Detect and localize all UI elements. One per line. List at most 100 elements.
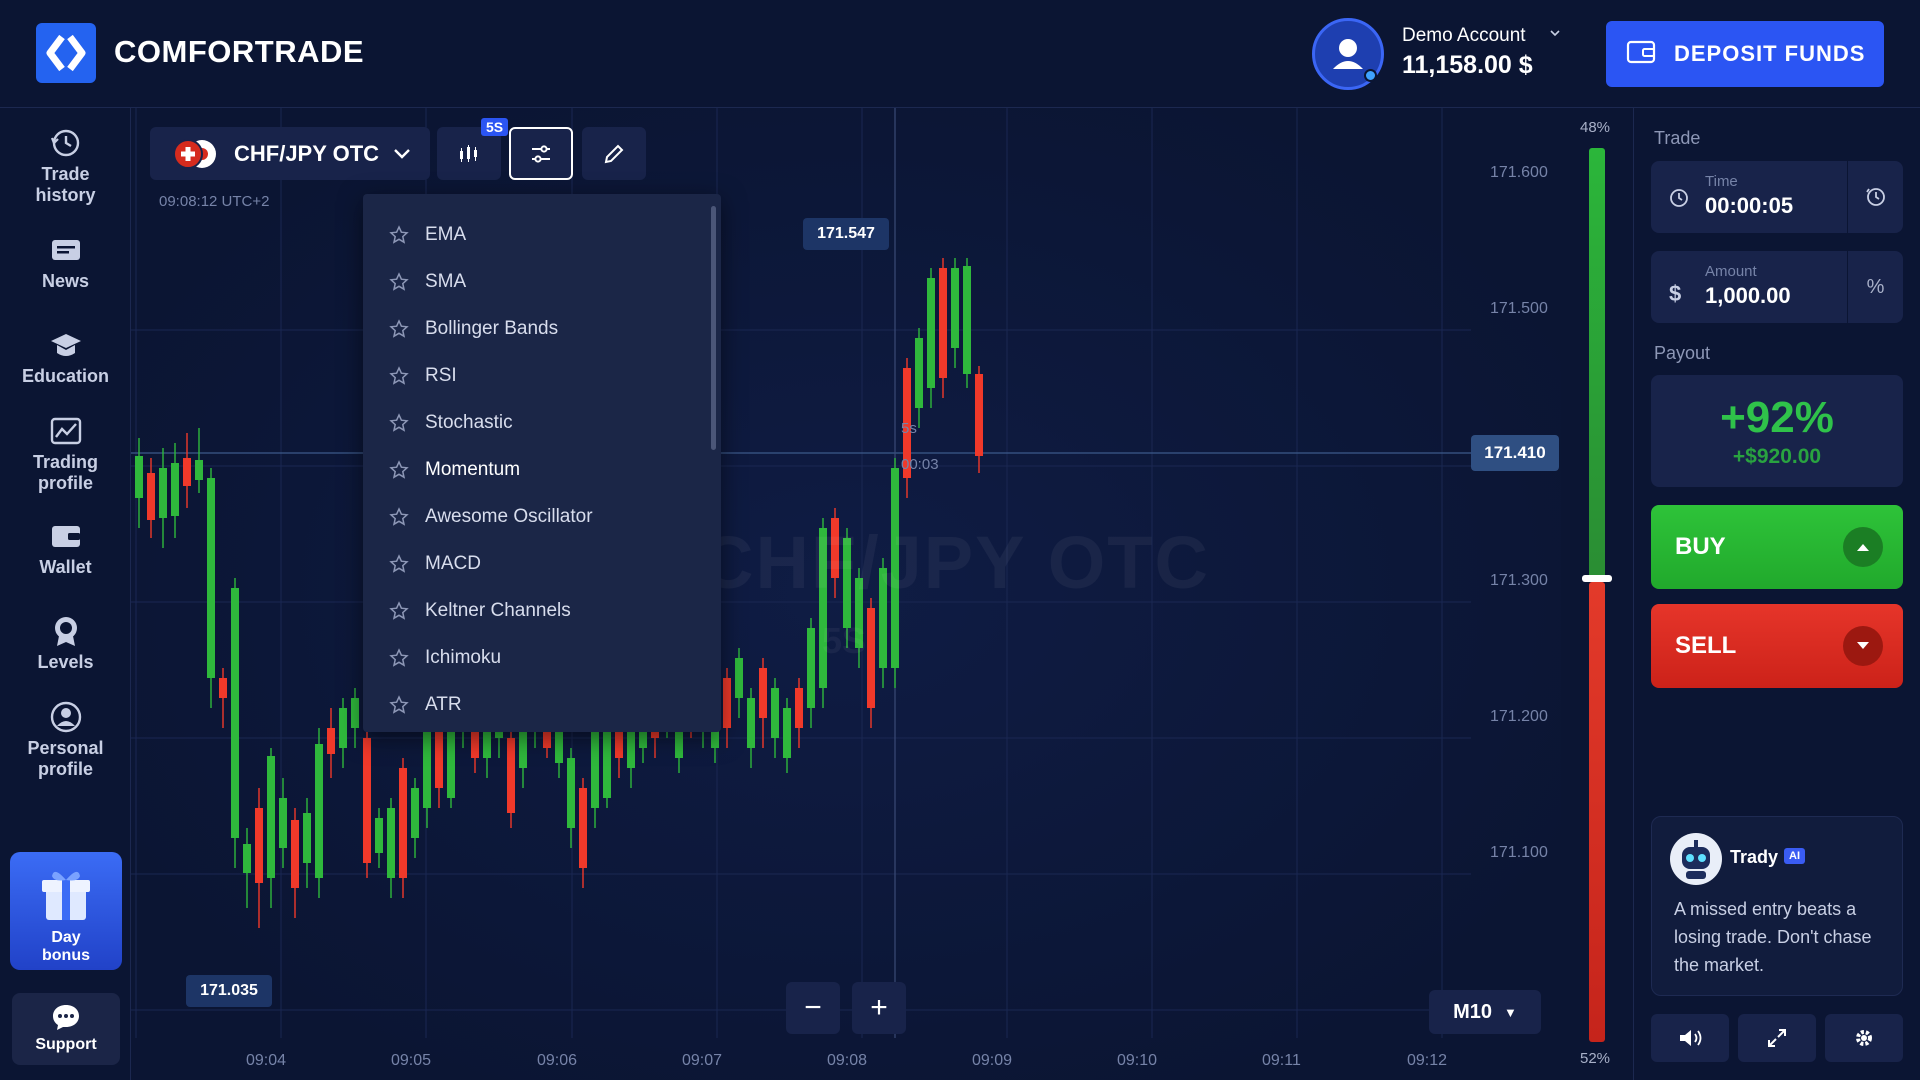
candle-body bbox=[507, 738, 515, 813]
brand-name: COMFORTRADE bbox=[114, 34, 365, 69]
zoom-in-button[interactable]: + bbox=[852, 982, 906, 1034]
candle-body bbox=[795, 688, 803, 728]
currency-symbol: $ bbox=[1669, 281, 1682, 306]
indicator-item-atr[interactable]: ATR bbox=[363, 681, 703, 728]
sidebar-item-label: profile bbox=[37, 473, 93, 493]
indicator-item-rsi[interactable]: RSI bbox=[363, 352, 703, 399]
support-button[interactable]: Support bbox=[12, 993, 120, 1065]
account-balance: 11,158.00 $ bbox=[1402, 51, 1533, 79]
payout-percentage: +92% bbox=[1720, 393, 1834, 442]
indicator-label: Keltner Channels bbox=[425, 599, 571, 621]
indicator-item-ema[interactable]: EMA bbox=[363, 211, 703, 258]
sidebar-item-label: history bbox=[35, 185, 96, 205]
sidebar-item-wallet[interactable]: Wallet bbox=[0, 519, 131, 578]
deposit-funds-button[interactable]: DEPOSIT FUNDS bbox=[1606, 21, 1884, 87]
star-icon[interactable] bbox=[389, 318, 409, 339]
candle-body bbox=[927, 278, 935, 388]
star-icon[interactable] bbox=[389, 506, 409, 527]
time-field[interactable]: Time 00:00:05 bbox=[1651, 161, 1903, 233]
indicator-item-macd[interactable]: MACD bbox=[363, 540, 703, 587]
indicators-dropdown[interactable]: EMA SMA Bollinger Bands RSI Stochastic Moment… bbox=[363, 194, 721, 732]
candle-body bbox=[219, 678, 227, 698]
y-tick-label: 171.600 bbox=[1490, 164, 1548, 181]
candle-body bbox=[279, 798, 287, 848]
candle-body bbox=[591, 728, 599, 808]
candle-body bbox=[375, 818, 383, 853]
sliders-icon bbox=[532, 144, 550, 163]
sidebar-item-levels[interactable]: Levels bbox=[0, 614, 131, 673]
trady-ai-card[interactable]: Trady AI A missed entry beats a losing t… bbox=[1651, 816, 1903, 996]
candle-body bbox=[171, 463, 179, 516]
timer-mode-button[interactable] bbox=[1847, 161, 1903, 233]
dropdown-scrollbar[interactable] bbox=[711, 206, 716, 450]
buy-button[interactable]: BUY bbox=[1651, 505, 1903, 589]
sidebar-item-personal-profile[interactable]: Personal profile bbox=[0, 700, 131, 780]
indicator-item-momentum[interactable]: Momentum bbox=[363, 446, 703, 493]
expiry-countdown-label: 00:03 bbox=[901, 456, 939, 473]
settings-button[interactable] bbox=[1825, 1014, 1903, 1062]
account-type-label[interactable]: Demo Account bbox=[1402, 25, 1526, 47]
sell-button[interactable]: SELL bbox=[1651, 604, 1903, 688]
chart-watermark-interval: 5S bbox=[822, 620, 867, 661]
indicator-item-stochastic[interactable]: Stochastic bbox=[363, 399, 703, 446]
trady-message: A missed entry beats a losing trade. Don… bbox=[1674, 899, 1872, 975]
indicator-item-sma[interactable]: SMA bbox=[363, 258, 703, 305]
star-icon[interactable] bbox=[389, 412, 409, 433]
y-tick-label: 171.200 bbox=[1490, 708, 1548, 725]
sidebar-item-education[interactable]: Education bbox=[0, 328, 131, 387]
sidebar-item-trading-profile[interactable]: Trading profile bbox=[0, 414, 131, 494]
indicator-item-bollinger-bands[interactable]: Bollinger Bands bbox=[363, 305, 703, 352]
wallet-icon bbox=[51, 526, 80, 547]
sidebar-item-trade-history[interactable]: Trade history bbox=[0, 126, 131, 206]
amount-mode-button[interactable]: % bbox=[1847, 251, 1903, 323]
timeframe-selector[interactable]: M10 ▼ bbox=[1429, 990, 1541, 1034]
candle-body bbox=[411, 788, 419, 838]
sidebar-item-label: profile bbox=[37, 759, 93, 779]
sound-button[interactable] bbox=[1651, 1014, 1729, 1062]
sentiment-divider bbox=[1582, 575, 1612, 582]
zoom-out-button[interactable]: − bbox=[786, 982, 840, 1034]
x-tick-label: 09:04 bbox=[246, 1052, 287, 1069]
indicators-button[interactable] bbox=[509, 127, 573, 180]
candles-icon bbox=[460, 144, 477, 162]
sidebar-item-label: Trade bbox=[41, 164, 90, 184]
ai-badge: AI bbox=[1784, 848, 1805, 864]
candle-body bbox=[231, 588, 239, 838]
candle-body bbox=[771, 688, 779, 738]
candle-body bbox=[579, 788, 587, 868]
candle-body bbox=[243, 844, 251, 873]
star-icon[interactable] bbox=[389, 694, 409, 715]
chevron-down-icon[interactable] bbox=[1548, 26, 1562, 45]
trady-name: Trady bbox=[1730, 847, 1779, 867]
time-field-label: Time bbox=[1705, 173, 1738, 190]
asset-selector[interactable]: CHF/JPY OTC bbox=[150, 127, 430, 180]
indicator-item-awesome-oscillator[interactable]: Awesome Oscillator bbox=[363, 493, 703, 540]
x-tick-label: 09:09 bbox=[972, 1052, 1013, 1069]
indicator-item-ichimoku[interactable]: Ichimoku bbox=[363, 634, 703, 681]
drawing-tools-button[interactable] bbox=[582, 127, 646, 180]
sidebar-item-news[interactable]: News bbox=[0, 233, 131, 292]
day-bonus-button[interactable]: Day bonus bbox=[10, 852, 122, 970]
indicator-item-keltner-channels[interactable]: Keltner Channels bbox=[363, 587, 703, 634]
candle-body bbox=[735, 658, 743, 698]
star-icon[interactable] bbox=[389, 224, 409, 245]
chart-watermark: CHF/JPY OTC bbox=[700, 521, 1210, 604]
indicator-label: ATR bbox=[425, 693, 462, 715]
gift-icon bbox=[42, 871, 90, 920]
star-icon[interactable] bbox=[389, 553, 409, 574]
star-icon[interactable] bbox=[389, 365, 409, 386]
amount-field[interactable]: $ Amount 1,000.00 % bbox=[1651, 251, 1903, 323]
star-icon[interactable] bbox=[389, 600, 409, 621]
candle-body bbox=[915, 338, 923, 408]
candle-body bbox=[867, 608, 875, 708]
candle-body bbox=[207, 478, 215, 678]
x-tick-label: 09:06 bbox=[537, 1052, 578, 1069]
account-status-dot bbox=[1364, 69, 1377, 82]
logo-icon[interactable] bbox=[36, 23, 96, 83]
star-icon[interactable] bbox=[389, 647, 409, 668]
sidebar-item-label: Wallet bbox=[39, 557, 92, 577]
fullscreen-button[interactable] bbox=[1738, 1014, 1816, 1062]
star-icon[interactable] bbox=[389, 459, 409, 480]
wallet-icon bbox=[1626, 39, 1656, 70]
star-icon[interactable] bbox=[389, 271, 409, 292]
